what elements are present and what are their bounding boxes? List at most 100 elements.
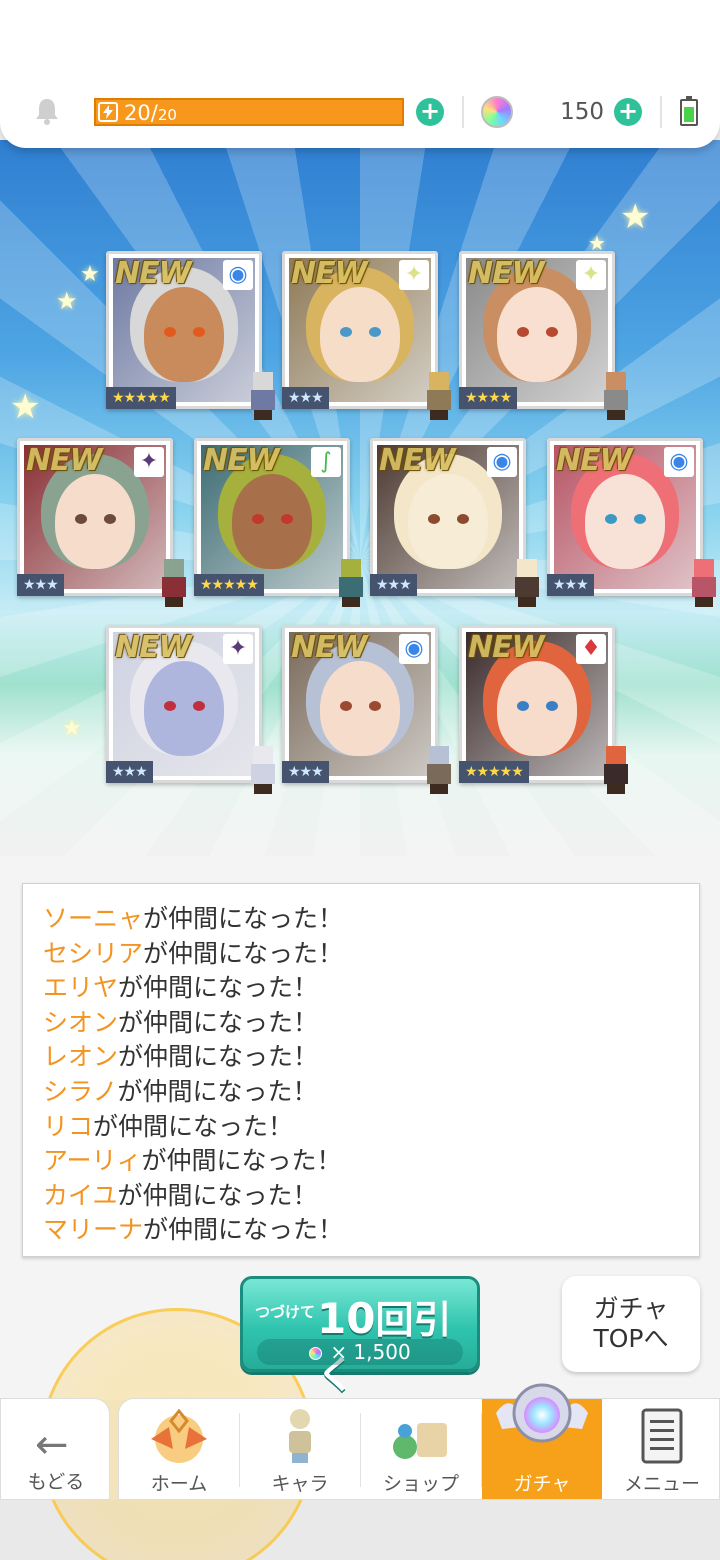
sparkle-icon: ✦	[576, 260, 606, 290]
pixel-sprite-icon	[509, 559, 545, 607]
nav-item-character[interactable]: キャラ	[240, 1399, 360, 1499]
message-line: エリヤが仲間になった！	[43, 971, 689, 1006]
back-label: もどる	[27, 1471, 85, 1493]
message-suffix: が仲間になった！	[117, 1180, 318, 1210]
character-result-card[interactable]: NEW ∫ ★★★★★	[194, 438, 363, 607]
sprite-head	[429, 746, 449, 764]
divider	[660, 96, 662, 128]
sparkle-icon: ★	[80, 262, 100, 287]
diamond-red-icon: ♦	[576, 634, 606, 664]
pull-prefix-label: つづけて	[255, 1303, 316, 1321]
gacha-top-button[interactable]: ガチャ TOPへ	[562, 1276, 700, 1372]
nav-item-gacha[interactable]: ガチャ	[482, 1383, 602, 1499]
eye	[280, 514, 293, 525]
character-result-card[interactable]: NEW ◉ ★★★★★	[106, 251, 275, 420]
character-name: レオン	[43, 1042, 119, 1072]
nav-label-character: キャラ	[271, 1473, 329, 1495]
character-name: リコ	[43, 1111, 94, 1141]
message-line: カイユが仲間になった！	[43, 1179, 689, 1214]
eye	[545, 701, 558, 712]
back-button[interactable]: ← もどる	[0, 1398, 110, 1500]
sprite-head	[253, 746, 273, 764]
character-result-card[interactable]: NEW ✦ ★★★	[17, 438, 186, 607]
eye	[633, 514, 646, 525]
face-shape	[55, 473, 135, 569]
bottom-nav: ホーム キャラ ショップ ガチャ メニュー	[118, 1383, 720, 1500]
circle-icon: ◉	[664, 447, 694, 477]
pixel-sprite-icon	[686, 559, 720, 607]
character-result-card[interactable]: NEW ◉ ★★★	[547, 438, 716, 607]
pixel-sprite-icon	[245, 746, 281, 794]
character-result-card[interactable]: NEW ✦ ★★★	[282, 251, 451, 420]
stamina-max: 20	[157, 106, 177, 124]
sprite-body	[251, 764, 275, 784]
message-line: シオンが仲間になった！	[43, 1006, 689, 1041]
pixel-sprite-icon	[598, 372, 634, 420]
new-badge: NEW	[556, 443, 633, 478]
sprite-legs	[254, 784, 272, 794]
pixel-sprite-icon	[333, 559, 369, 607]
face-shape	[232, 473, 312, 569]
sprite-legs	[695, 597, 713, 607]
gacha-icon	[496, 1383, 588, 1443]
status-bar: 20/20 + 150 +	[0, 0, 720, 148]
battery-icon	[680, 96, 698, 126]
message-line: マリーナが仲間になった！	[43, 1213, 689, 1248]
message-line: シラノが仲間になった！	[43, 1075, 689, 1110]
pull-cost: × 1,500	[257, 1339, 463, 1365]
sprite-head	[517, 559, 537, 577]
message-suffix: が仲間になった！	[118, 973, 319, 1003]
sprite-body	[162, 577, 186, 597]
eye	[192, 701, 205, 712]
new-badge: NEW	[468, 256, 545, 291]
character-result-card[interactable]: NEW ♦ ★★★★★	[459, 625, 628, 794]
sparkle-icon: ★	[62, 716, 82, 741]
stamina-bar: 20/20	[94, 98, 404, 126]
pull-10-again-button[interactable]: つづけて 10回引く × 1,500	[240, 1276, 480, 1397]
add-gem-button[interactable]: +	[614, 98, 642, 126]
sprite-body	[515, 577, 539, 597]
nav-item-home[interactable]: ホーム	[119, 1399, 239, 1499]
pixel-sprite-icon	[421, 372, 457, 420]
new-badge: NEW	[379, 443, 456, 478]
rarity-stars: ★★★	[282, 387, 329, 409]
face-shape	[408, 473, 488, 569]
message-suffix: が仲間になった！	[143, 1215, 344, 1245]
nav-item-menu[interactable]: メニュー	[602, 1399, 720, 1499]
message-line: リコが仲間になった！	[43, 1110, 689, 1145]
shop-icon	[393, 1423, 447, 1459]
pull-cost-value: × 1,500	[330, 1340, 411, 1364]
sprite-head	[341, 559, 361, 577]
character-result-card[interactable]: NEW ◉ ★★★	[282, 625, 451, 794]
message-suffix: が仲間になった！	[141, 1146, 342, 1176]
character-result-card[interactable]: NEW ✦ ★★★	[106, 625, 275, 794]
gem-count: 150	[560, 99, 604, 125]
message-suffix: が仲間になった！	[118, 1007, 319, 1037]
sprite-legs	[430, 410, 448, 420]
pull-count: 10	[317, 1294, 376, 1343]
nav-label-gacha: ガチャ	[513, 1473, 571, 1495]
character-name: シラノ	[43, 1076, 118, 1106]
stamina-current: 20	[124, 101, 151, 125]
home-icon	[151, 1409, 207, 1463]
new-badge: NEW	[291, 630, 368, 665]
character-name: シオン	[43, 1007, 119, 1037]
message-line: レオンが仲間になった！	[43, 1040, 689, 1075]
stamina-value: 20/20	[124, 101, 177, 125]
nav-item-shop[interactable]: ショップ	[361, 1399, 481, 1499]
sprite-body	[604, 764, 628, 784]
bell-icon[interactable]	[32, 96, 62, 126]
add-stamina-button[interactable]: +	[416, 98, 444, 126]
face-shape	[144, 286, 224, 382]
sprite-legs	[518, 597, 536, 607]
rarity-stars: ★★★	[547, 574, 594, 596]
sprite-body	[427, 390, 451, 410]
character-result-card[interactable]: NEW ✦ ★★★★	[459, 251, 628, 420]
star-purple-icon: ✦	[223, 634, 253, 664]
sprite-body	[251, 390, 275, 410]
message-suffix: が仲間になった！	[143, 938, 344, 968]
character-name: マリーナ	[43, 1215, 144, 1245]
result-message-box[interactable]: ソーニャが仲間になった！ セシリアが仲間になった！ エリヤが仲間になった！ シオンが仲…	[22, 883, 700, 1257]
character-result-card[interactable]: NEW ◉ ★★★	[370, 438, 539, 607]
character-name: カイユ	[43, 1180, 118, 1210]
